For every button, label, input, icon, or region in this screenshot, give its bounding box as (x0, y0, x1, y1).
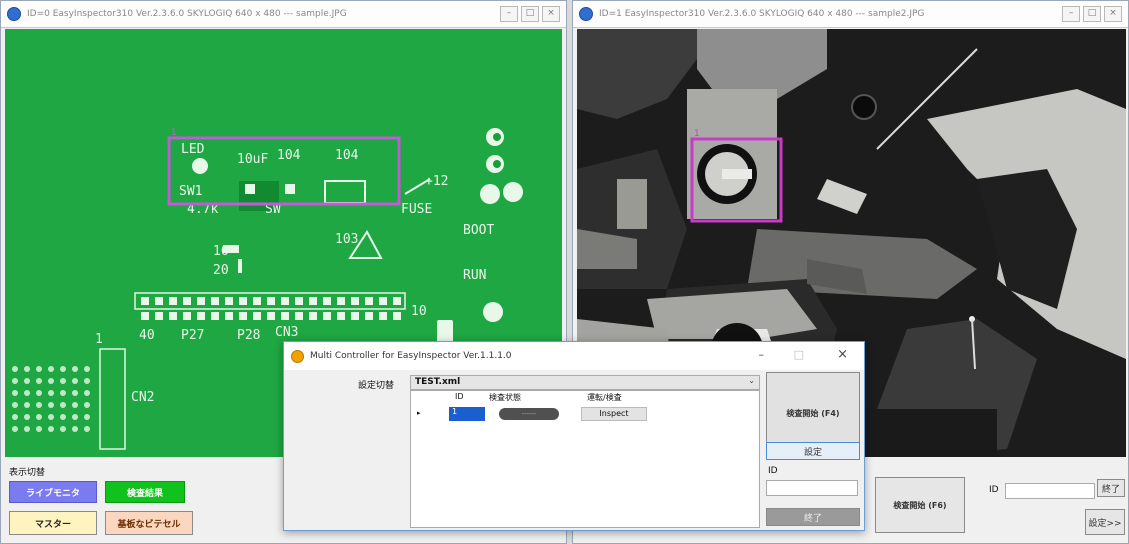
column-header-status: 検査状態 (489, 393, 521, 402)
pcb-label-cn3: CN3 (275, 325, 298, 340)
settings-expand-button[interactable]: 設定>> (1085, 509, 1125, 535)
app-icon (579, 7, 593, 21)
id-input[interactable] (1005, 483, 1095, 499)
row-indicator-icon: ▸ (417, 409, 421, 417)
right-title-bar: ID=1 EasyInspector310 Ver.2.3.6.0 SKYLOG… (573, 1, 1128, 28)
row-id-cell[interactable]: 1 (449, 407, 485, 421)
dialog-app-icon (291, 349, 304, 363)
table-header: ID 検査状態 運転/検査 (411, 391, 651, 405)
id-label: ID (989, 485, 999, 495)
left-window-title: ID=0 EasyInspector310 Ver.2.3.6.0 SKYLOG… (27, 9, 347, 19)
pcb-label-40: 40 (139, 328, 155, 343)
maximize-button[interactable]: □ (1083, 6, 1101, 22)
end-button[interactable]: 終了 (1097, 479, 1125, 497)
dialog-end-button[interactable]: 終了 (766, 508, 860, 526)
pcb-label-p27: P27 (181, 328, 204, 343)
column-header-id: ID (455, 392, 464, 401)
pcb-label-led: LED (181, 142, 205, 157)
left-title-bar: ID=0 EasyInspector310 Ver.2.3.6.0 SKYLOG… (1, 1, 566, 28)
pcb-label-16: 16 (213, 244, 229, 259)
pcb-label-boot: BOOT (463, 223, 494, 238)
region-id-label: 1 (171, 128, 177, 138)
close-icon[interactable]: × (837, 347, 848, 362)
pcb-label-run: RUN (463, 268, 486, 283)
device-table: ID 検査状態 運転/検査 ▸ 1 ------ Inspect (410, 390, 760, 528)
pcb-label-104a: 104 (277, 148, 301, 163)
row-inspect-button[interactable]: Inspect (581, 407, 647, 421)
maximize-icon: □ (793, 348, 804, 361)
table-row[interactable]: ▸ 1 ------ Inspect (411, 407, 651, 423)
pcb-label-10uf: 10uF (237, 152, 268, 167)
multi-controller-dialog: Multi Controller for EasyInspector Ver.1… (283, 341, 865, 531)
pcb-label-104b: 104 (335, 148, 359, 163)
minimize-button[interactable]: – (500, 6, 518, 22)
right-window-title: ID=1 EasyInspector310 Ver.2.3.6.0 SKYLOG… (599, 9, 925, 19)
close-button[interactable]: × (1104, 6, 1122, 22)
region-id-label: 1 (694, 129, 700, 139)
maximize-button[interactable]: □ (521, 6, 539, 22)
setting-switch-label: 設定切替 (358, 381, 395, 391)
dialog-id-label: ID (768, 466, 778, 476)
live-monitor-button[interactable]: ライブモニタ (9, 481, 97, 503)
setting-select-value: TEST.xml (415, 377, 461, 387)
dialog-id-input[interactable] (766, 480, 858, 496)
dialog-title-bar: Multi Controller for EasyInspector Ver.1… (284, 342, 864, 370)
minimize-icon[interactable]: – (759, 348, 765, 361)
pcb-label-p28: P28 (237, 328, 260, 343)
pcb-label-10: 10 (411, 304, 427, 319)
column-header-action: 運転/検査 (587, 393, 622, 402)
master-button[interactable]: マスター (9, 511, 97, 535)
pcb-label-g: G (513, 187, 521, 202)
inspection-result-button[interactable]: 検査結果 (105, 481, 185, 503)
chevron-down-icon: ⌄ (748, 376, 755, 385)
pcb-label-1: 1 (95, 332, 103, 347)
pcb-label-cn2: CN2 (131, 390, 154, 405)
pcb-label-20: 20 (213, 263, 229, 278)
start-inspection-button[interactable]: 検査開始 (F6) (875, 477, 965, 533)
app-icon (7, 7, 21, 21)
pcb-label-103: 103 (335, 232, 358, 247)
record-button[interactable]: 基板なビテセル (105, 511, 193, 535)
pcb-label-sw1: SW1 (179, 184, 202, 199)
minimize-button[interactable]: – (1062, 6, 1080, 22)
pcb-label-12v: +12 (425, 174, 448, 189)
pcb-label-fuse: FUSE (401, 202, 432, 217)
close-button[interactable]: × (542, 6, 560, 22)
dialog-title: Multi Controller for EasyInspector Ver.1… (310, 351, 512, 361)
display-switch-label: 表示切替 (9, 468, 46, 478)
row-status-pill: ------ (499, 408, 559, 420)
dialog-setting-button[interactable]: 設定 (766, 442, 860, 460)
setting-select[interactable]: TEST.xml ⌄ (410, 375, 760, 390)
